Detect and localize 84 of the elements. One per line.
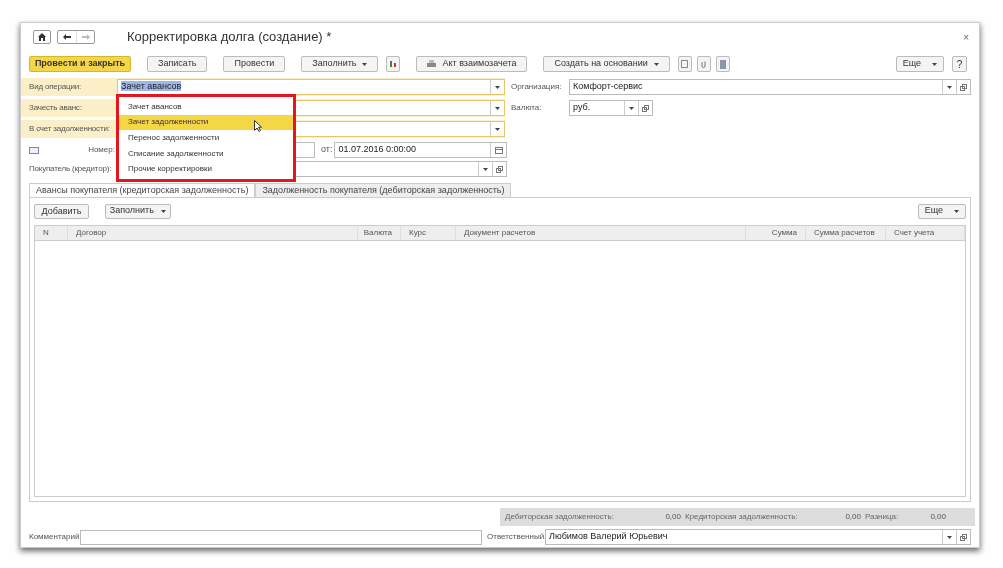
total-label: Кредиторская задолженность: <box>685 511 799 523</box>
number-label: Номер: <box>87 144 116 156</box>
total-value: 0,00 <box>930 511 947 523</box>
currency-label: Валюта: <box>511 102 543 114</box>
caret-icon <box>653 62 659 66</box>
add-button[interactable]: Добавить <box>34 203 89 219</box>
caret-icon <box>947 85 952 89</box>
dropdown-item[interactable]: Прочие корректировки <box>119 161 293 177</box>
column-header: Документ расчетов <box>464 227 536 239</box>
organization-label: Организация: <box>511 81 563 93</box>
open-button[interactable] <box>956 530 970 544</box>
right-arrow-icon <box>81 34 90 40</box>
caret-icon <box>947 535 952 539</box>
cursor-icon <box>254 120 262 132</box>
operation-field[interactable]: Зачет авансов <box>117 79 505 95</box>
open-button[interactable] <box>492 162 506 176</box>
dropdown-item[interactable]: Перенос задолженности <box>119 130 293 146</box>
date-field[interactable]: 01.07.2016 0:00:00 <box>334 142 507 158</box>
total-label: Дебиторская задолженность: <box>505 511 615 523</box>
toolbar-button[interactable]: Записать <box>147 56 208 72</box>
calendar-icon <box>494 146 503 154</box>
open-window-icon <box>496 165 503 173</box>
column-header: Курс <box>409 227 427 239</box>
column-header: Договор <box>76 227 107 239</box>
column-header: Сумма <box>771 227 797 239</box>
field-label: В счет задолженности: <box>29 124 111 134</box>
document-icon <box>681 60 689 68</box>
caret-icon <box>932 62 938 66</box>
caret-icon <box>495 106 500 110</box>
total-label: Разница: <box>865 511 900 523</box>
open-window-icon <box>960 83 967 91</box>
more-button[interactable]: Еще <box>918 203 966 219</box>
column-header: Счет учета <box>894 227 935 239</box>
field-label: Вид операции: <box>29 82 82 92</box>
date-label: от: <box>321 143 333 157</box>
home-icon <box>38 33 46 41</box>
home-button[interactable] <box>33 30 51 44</box>
open-window-icon <box>642 104 649 112</box>
caret-icon <box>495 85 500 89</box>
paperclip-icon <box>701 60 707 68</box>
help-button[interactable]: ? <box>952 56 967 72</box>
combo-field[interactable]: руб. <box>569 100 653 116</box>
caret-icon <box>362 62 368 66</box>
toolbar-button[interactable]: Создать на основании <box>543 56 670 72</box>
dropdown-item[interactable]: Списание задолженности <box>119 145 293 162</box>
list-icon <box>719 59 726 69</box>
caret-icon <box>495 127 500 131</box>
open-button[interactable] <box>638 101 652 115</box>
combo-field[interactable]: Любимов Валерий Юрьевич <box>545 529 971 545</box>
chart-icon <box>389 60 398 68</box>
open-window-icon <box>960 533 967 541</box>
card-icon <box>29 146 39 154</box>
toolbar-button[interactable]: Акт взаимозачета <box>416 56 528 72</box>
left-arrow-icon <box>63 34 71 40</box>
column-header: Сумма расчетов <box>814 227 875 239</box>
window-title: Корректировка долга (создание) * <box>127 28 332 47</box>
comment-field[interactable] <box>80 529 482 545</box>
total-value: 0,00 <box>665 511 682 523</box>
close-button[interactable]: × <box>963 29 969 45</box>
field-label: Зачесть аванс: <box>29 103 83 113</box>
caret-icon <box>954 209 960 213</box>
printer-icon <box>427 60 437 68</box>
open-button[interactable] <box>956 80 970 94</box>
toolbar-button[interactable]: Провести <box>223 56 286 72</box>
toolbar-button[interactable]: Провести и закрыть <box>29 56 131 72</box>
list-button[interactable] <box>715 56 730 72</box>
fill-button[interactable]: Заполнить <box>105 203 171 219</box>
dropdown-item[interactable]: Зачет задолженности <box>119 114 293 131</box>
column-header: N <box>43 227 49 239</box>
document-button[interactable] <box>677 56 692 72</box>
more-button[interactable]: Еще <box>896 56 944 72</box>
calendar-button[interactable] <box>490 143 506 157</box>
caret-icon <box>161 209 167 213</box>
comment-label: Комментарий: <box>29 531 80 543</box>
column-header: Валюта <box>363 227 392 239</box>
report-button[interactable] <box>386 56 401 72</box>
dropdown-item[interactable]: Зачет авансов <box>119 99 293 115</box>
caret-icon <box>629 106 634 110</box>
buyer-label: Покупатель (кредитор): <box>29 163 113 175</box>
combo-field[interactable]: Комфорт-сервис <box>569 79 971 95</box>
responsible-label: Ответственный: <box>487 531 545 543</box>
total-value: 0,00 <box>845 511 862 523</box>
caret-icon <box>483 167 488 171</box>
toolbar-button[interactable]: Заполнить <box>301 56 379 72</box>
